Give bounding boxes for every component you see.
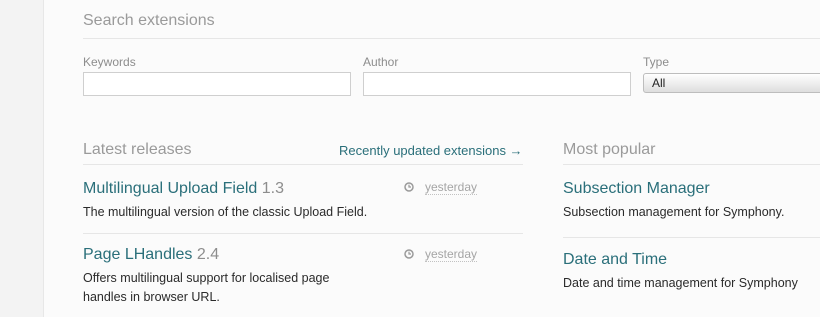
release-item-description-line: Offers multilingual support for localise… bbox=[83, 271, 330, 285]
latest-releases-title: Latest releases bbox=[83, 141, 192, 158]
keywords-label: Keywords bbox=[83, 55, 136, 69]
release-item-version: 2.4 bbox=[196, 246, 220, 263]
author-label: Author bbox=[363, 55, 399, 69]
release-item-date: yesterday bbox=[425, 247, 478, 262]
author-input[interactable] bbox=[363, 72, 631, 96]
clock-icon bbox=[404, 249, 414, 259]
divider bbox=[83, 164, 523, 165]
popular-item-description: Date and time management for Symphony bbox=[563, 276, 798, 290]
divider bbox=[83, 38, 820, 39]
release-item-description: The multilingual version of the classic … bbox=[83, 205, 368, 219]
type-label: Type bbox=[643, 55, 670, 69]
release-item-name: Page LHandles bbox=[83, 246, 193, 263]
keywords-input[interactable] bbox=[83, 72, 351, 96]
popular-item-title[interactable]: Subsection Manager bbox=[563, 180, 710, 198]
popular-item-title[interactable]: Date and Time bbox=[563, 251, 667, 269]
release-item-description: Offers multilingual support for localise… bbox=[83, 269, 329, 307]
search-title: Search extensions bbox=[83, 12, 215, 29]
popular-item-description: Subsection management for Symphony. bbox=[563, 205, 785, 219]
divider bbox=[563, 237, 820, 238]
type-select[interactable]: All bbox=[643, 73, 820, 93]
clock-icon bbox=[404, 182, 414, 192]
divider bbox=[563, 164, 820, 165]
recently-updated-link[interactable]: Recently updated extensions → bbox=[339, 143, 523, 158]
most-popular-title: Most popular bbox=[563, 141, 656, 158]
release-item-name: Multilingual Upload Field bbox=[83, 180, 258, 197]
type-select-value: All bbox=[652, 76, 666, 90]
release-item-date: yesterday bbox=[425, 180, 478, 195]
release-item-version: 1.3 bbox=[261, 180, 285, 197]
release-item-description-line: handles in browser URL. bbox=[83, 290, 220, 304]
release-item-title[interactable]: Multilingual Upload Field 1.3 bbox=[83, 180, 284, 198]
release-item-title[interactable]: Page LHandles 2.4 bbox=[83, 246, 219, 264]
divider bbox=[83, 233, 523, 234]
